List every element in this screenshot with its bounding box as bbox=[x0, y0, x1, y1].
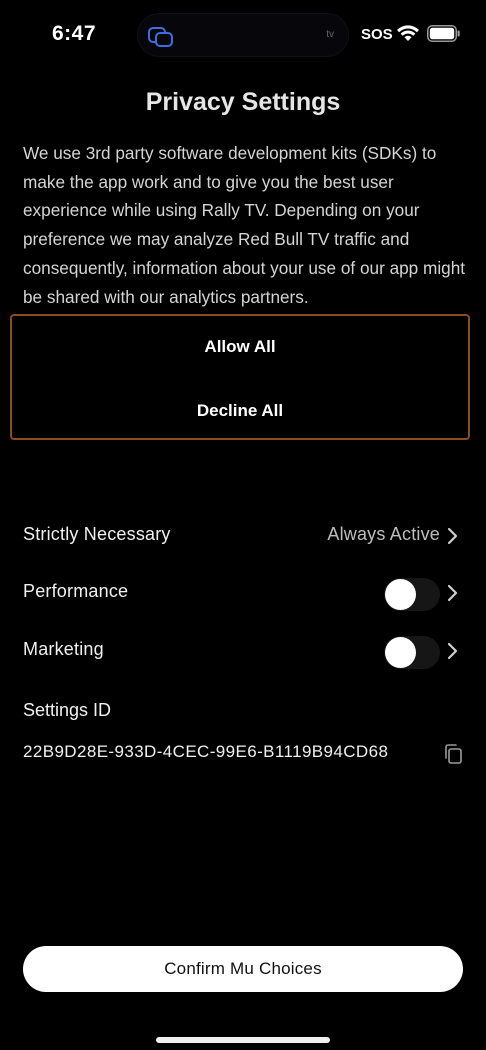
page-title: Privacy Settings bbox=[145, 88, 341, 116]
always-active-status: Always Active bbox=[327, 524, 440, 544]
toggle-knob bbox=[385, 637, 416, 668]
consent-buttons-group: Allow All Decline All bbox=[10, 314, 470, 440]
battery-icon bbox=[427, 25, 460, 42]
settings-id-label: Settings ID bbox=[23, 700, 112, 720]
privacy-description: We use 3rd party software development ki… bbox=[23, 143, 466, 307]
chevron-right-icon[interactable] bbox=[446, 526, 460, 546]
appletv-label: tv bbox=[326, 29, 334, 40]
status-bar: 6:47 tv SOS bbox=[0, 0, 486, 70]
chevron-right-icon[interactable] bbox=[446, 641, 460, 661]
privacy-settings-screen: 6:47 tv SOS Privacy Settings We use 3rd … bbox=[0, 0, 486, 1050]
wifi-icon bbox=[397, 25, 419, 41]
performance-toggle[interactable] bbox=[384, 578, 440, 611]
dynamic-island: tv bbox=[137, 13, 349, 57]
category-label: Strictly Necessary bbox=[23, 524, 171, 544]
category-row-strictly-necessary[interactable]: Strictly Necessary Always Active bbox=[0, 514, 486, 558]
category-label: Marketing bbox=[23, 639, 104, 659]
category-row-marketing[interactable]: Marketing bbox=[0, 629, 486, 673]
allow-all-button[interactable]: Allow All bbox=[12, 327, 468, 367]
sos-label: SOS bbox=[361, 26, 393, 43]
category-label: Performance bbox=[23, 581, 129, 601]
marketing-toggle[interactable] bbox=[384, 636, 440, 669]
app-switch-icon bbox=[148, 27, 173, 47]
toggle-knob bbox=[385, 579, 416, 610]
chevron-right-icon[interactable] bbox=[446, 583, 460, 603]
settings-id-value: 22B9D28E-933D-4CEC-99E6-B1119B94CD68 bbox=[23, 742, 389, 761]
home-indicator[interactable] bbox=[156, 1037, 330, 1043]
confirm-choices-button[interactable]: Confirm Mu Choices bbox=[23, 946, 463, 992]
decline-all-button[interactable]: Decline All bbox=[12, 391, 468, 431]
status-time: 6:47 bbox=[52, 22, 97, 45]
copy-icon[interactable] bbox=[443, 743, 463, 765]
category-row-performance[interactable]: Performance bbox=[0, 571, 486, 615]
